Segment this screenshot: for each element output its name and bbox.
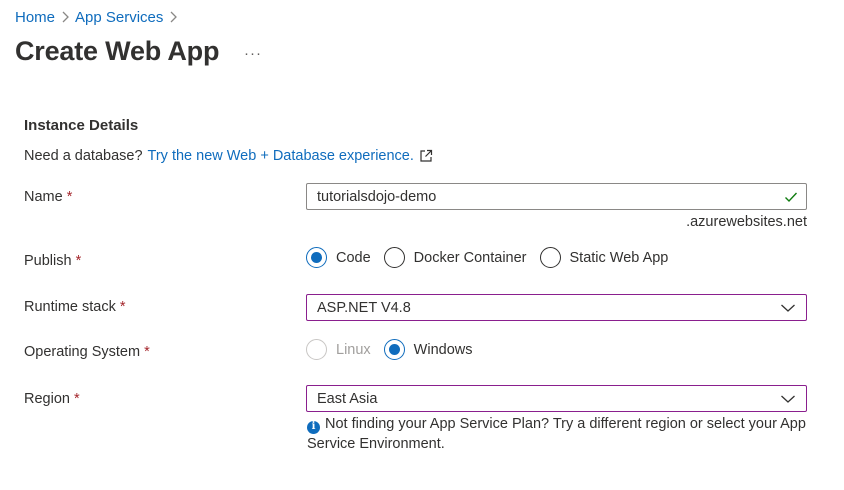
name-label: Name *: [24, 189, 72, 205]
radio-label: Linux: [336, 341, 371, 358]
os-radio-group: Linux Windows: [306, 339, 486, 360]
publish-option-docker[interactable]: Docker Container: [383, 247, 527, 268]
region-info-text: Not finding your App Service Plan? Try a…: [307, 416, 806, 452]
region-info-message: i Not finding your App Service Plan? Try …: [307, 414, 817, 454]
operating-system-label: Operating System *: [24, 344, 150, 360]
operating-system-label-text: Operating System: [24, 344, 141, 360]
radio-label: Code: [336, 249, 371, 266]
chevron-down-icon: [781, 395, 795, 403]
os-option-linux[interactable]: Linux: [306, 339, 371, 360]
required-marker: *: [66, 189, 73, 205]
web-database-link[interactable]: Try the new Web + Database experience.: [148, 148, 433, 164]
section-title-instance-details: Instance Details: [24, 117, 139, 134]
region-value: East Asia: [317, 390, 378, 407]
required-marker: *: [75, 253, 82, 269]
breadcrumb: Home App Services: [15, 7, 183, 27]
radio-unchecked-icon: [306, 339, 327, 360]
radio-unchecked-icon: [539, 247, 561, 268]
required-marker: *: [144, 344, 150, 360]
database-prompt-row: Need a database? Try the new Web + Datab…: [24, 148, 433, 164]
breadcrumb-app-services-link[interactable]: App Services: [75, 9, 163, 26]
os-option-windows[interactable]: Windows: [383, 339, 473, 360]
publish-option-static[interactable]: Static Web App: [539, 247, 669, 268]
runtime-stack-label-text: Runtime stack: [24, 299, 116, 315]
page-title: Create Web App: [15, 36, 220, 66]
more-options-button[interactable]: ···: [241, 44, 265, 62]
name-input-value: tutorialsdojo-demo: [317, 188, 437, 205]
chevron-right-icon: [163, 7, 183, 27]
publish-option-code[interactable]: Code: [306, 247, 371, 268]
runtime-stack-value: ASP.NET V4.8: [317, 299, 411, 316]
external-link-icon: [420, 149, 433, 162]
radio-label: Docker Container: [413, 249, 527, 266]
required-marker: *: [119, 299, 126, 315]
chevron-right-icon: [55, 7, 75, 27]
region-label-text: Region: [24, 391, 70, 407]
region-label: Region *: [24, 391, 80, 407]
radio-checked-icon: [306, 247, 327, 268]
required-marker: *: [73, 391, 80, 407]
breadcrumb-home-link[interactable]: Home: [15, 9, 55, 26]
region-select[interactable]: East Asia: [306, 385, 807, 412]
publish-label: Publish *: [24, 253, 81, 269]
radio-checked-icon: [383, 339, 405, 360]
checkmark-icon: [785, 192, 798, 203]
domain-suffix: .azurewebsites.net: [686, 214, 807, 230]
info-icon: i: [307, 420, 320, 434]
name-input[interactable]: tutorialsdojo-demo: [306, 183, 807, 210]
publish-label-text: Publish: [24, 253, 72, 269]
runtime-stack-select[interactable]: ASP.NET V4.8: [306, 294, 807, 321]
radio-unchecked-icon: [383, 247, 405, 268]
radio-label: Windows: [413, 341, 473, 358]
web-database-link-text: Try the new Web + Database experience.: [147, 148, 414, 164]
publish-radio-group: Code Docker Container Static Web App: [306, 247, 681, 268]
chevron-down-icon: [781, 304, 795, 312]
radio-label: Static Web App: [569, 249, 669, 266]
database-prompt-text: Need a database?: [24, 148, 143, 164]
runtime-stack-label: Runtime stack *: [24, 299, 126, 315]
name-label-text: Name: [24, 189, 63, 205]
